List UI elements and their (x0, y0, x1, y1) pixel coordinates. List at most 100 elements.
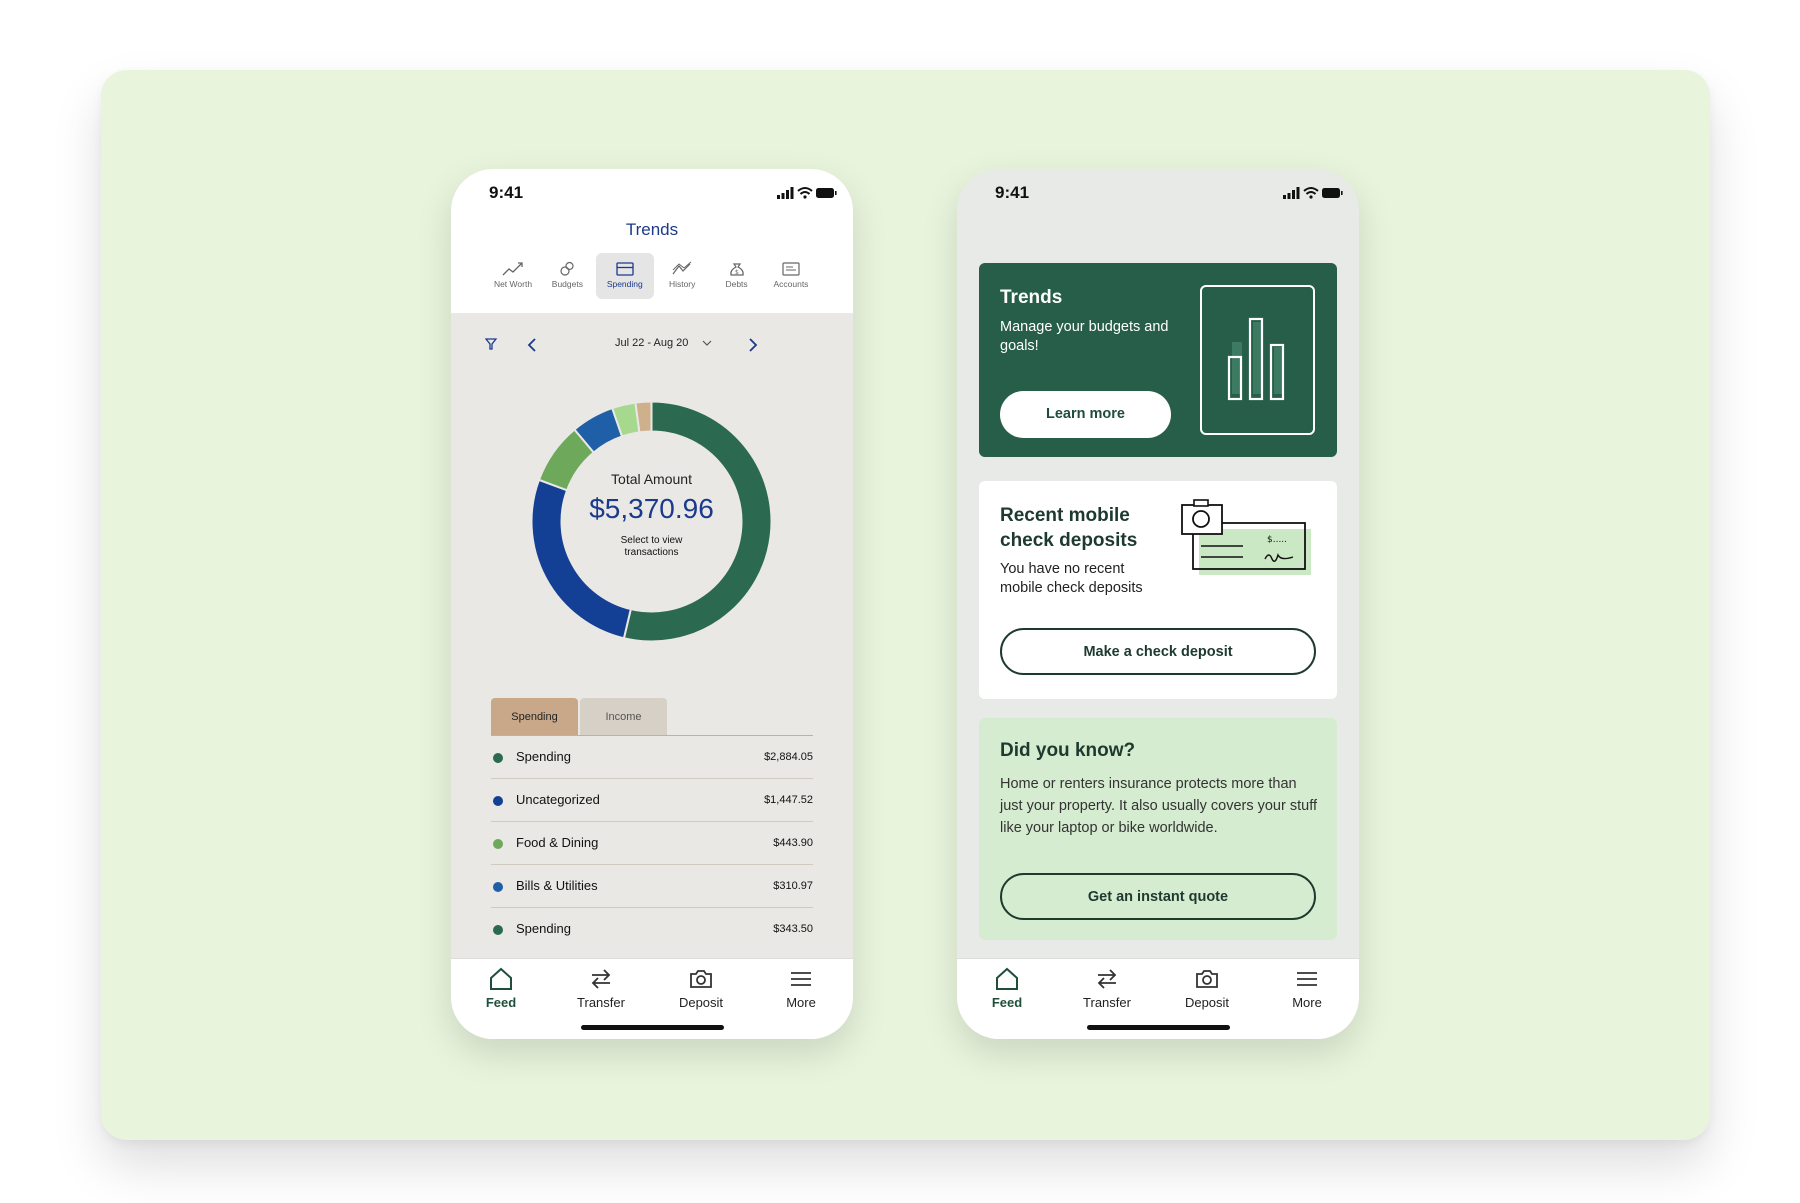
nav-transfer[interactable]: Transfer (1067, 967, 1147, 1010)
nav-label: Transfer (1083, 995, 1131, 1010)
nav-label: Deposit (1184, 995, 1230, 1010)
signal-icon (777, 187, 794, 199)
accounts-icon (782, 262, 800, 276)
nav-label: More (1292, 995, 1322, 1010)
category-name: Uncategorized (516, 792, 600, 807)
nav-feed[interactable]: Feed (967, 967, 1047, 1010)
date-range-bar: Jul 22 - Aug 20 (451, 333, 853, 357)
tab-accounts[interactable]: Accounts (765, 253, 817, 299)
transfer-arrows-icon (591, 969, 611, 989)
history-chart-icon (672, 261, 692, 275)
home-indicator (1087, 1025, 1230, 1030)
money-bag-icon: $ (729, 263, 744, 276)
category-dot (493, 839, 503, 849)
segment-income[interactable]: Income (580, 698, 667, 736)
tab-debts[interactable]: $ Debts (711, 253, 763, 299)
donut-hint: Select to view transactions (620, 535, 683, 558)
donut-slice-6[interactable] (634, 400, 653, 434)
signal-icon (1283, 187, 1300, 199)
nav-transfer[interactable]: Transfer (561, 967, 641, 1010)
wifi-icon (797, 187, 813, 195)
camera-icon (1196, 970, 1218, 988)
tab-label: Net Worth (493, 279, 533, 289)
category-value: $443.90 (773, 837, 813, 849)
tab-net-worth[interactable]: Net Worth (487, 253, 539, 299)
nav-label: More (786, 995, 816, 1010)
background-panel (101, 70, 1710, 1140)
nav-label: Deposit (678, 995, 724, 1010)
check-amount-text: $..... (1267, 535, 1287, 545)
tab-history[interactable]: History (656, 253, 708, 299)
check-card-title: Recent mobile check deposits (1000, 505, 1138, 551)
check-card-subtitle: You have no recent mobile check deposits (1000, 561, 1143, 596)
transfer-arrows-icon (1097, 969, 1117, 989)
category-dot (493, 882, 503, 892)
bottom-nav: Feed Transfer Deposit More (957, 958, 1359, 1039)
list-item[interactable]: Food & Dining $443.90 (491, 822, 813, 865)
category-dot (493, 925, 503, 935)
phone-trends-screen: 9:41 Trends Net Worth Budgets Spending H… (451, 169, 853, 1039)
category-value: $310.97 (773, 880, 813, 892)
tab-spending[interactable]: Spending (595, 253, 654, 299)
home-icon (996, 967, 1018, 990)
budgets-icon (560, 261, 574, 276)
trends-card-subtitle: Manage your budgets and goals! (1000, 319, 1169, 354)
card-icon (616, 262, 634, 276)
status-time: 9:41 (995, 183, 1030, 202)
chevron-down-icon[interactable] (702, 340, 712, 348)
category-dot (493, 753, 503, 763)
nav-more[interactable]: More (761, 967, 841, 1010)
spending-donut-chart[interactable]: Total Amount $5,370.96 Select to view tr… (509, 379, 794, 664)
category-name: Bills & Utilities (516, 878, 598, 893)
list-item[interactable]: Uncategorized $1,447.52 (491, 779, 813, 822)
menu-icon (1297, 972, 1317, 986)
phone-feed-screen: 9:41 Trends Manage your budgets and goal… (957, 169, 1359, 1039)
category-value: $1,447.52 (764, 794, 813, 806)
status-time: 9:41 (489, 183, 524, 202)
battery-icon (1322, 188, 1343, 198)
wifi-icon (1303, 187, 1319, 195)
trends-card-title: Trends (1000, 287, 1063, 308)
nav-label: Feed (485, 995, 517, 1010)
filter-icon[interactable] (485, 338, 497, 350)
status-bar: 9:41 (957, 169, 1359, 219)
nav-deposit[interactable]: Deposit (1167, 967, 1247, 1010)
camera-check-illustration-icon: $..... (1181, 499, 1317, 579)
tab-label: Accounts (773, 279, 809, 289)
chevron-right-icon[interactable] (748, 338, 758, 352)
date-range[interactable]: Jul 22 - Aug 20 (615, 337, 688, 349)
home-indicator (581, 1025, 724, 1030)
category-dot (493, 796, 503, 806)
tab-label: Budgets (551, 279, 583, 289)
segment-spending[interactable]: Spending (491, 698, 578, 736)
tab-label: History (668, 279, 696, 289)
category-value: $2,884.05 (764, 751, 813, 763)
nav-more[interactable]: More (1267, 967, 1347, 1010)
category-name: Food & Dining (516, 835, 599, 850)
donut-center: Total Amount $5,370.96 Select to view tr… (509, 471, 794, 559)
tab-budgets[interactable]: Budgets (541, 253, 593, 299)
make-check-deposit-button[interactable]: Make a check deposit (1000, 628, 1316, 675)
category-value: $343.50 (773, 923, 813, 935)
nav-deposit[interactable]: Deposit (661, 967, 741, 1010)
list-item[interactable]: Spending $2,884.05 (491, 736, 813, 779)
tab-label: Debts (725, 279, 748, 289)
page-title: Trends (625, 220, 679, 239)
camera-icon (690, 970, 712, 988)
home-icon (490, 967, 512, 990)
did-you-know-card: Did you know? Home or renters insurance … (979, 718, 1337, 940)
nav-feed[interactable]: Feed (461, 967, 541, 1010)
spending-income-toggle: Spending Income (491, 698, 667, 736)
chevron-left-icon[interactable] (527, 338, 537, 352)
tab-label: Spending (606, 279, 643, 289)
learn-more-button[interactable]: Learn more (1000, 391, 1171, 438)
bar-chart-illustration-icon (1200, 285, 1315, 435)
category-list: Spending $2,884.05 Uncategorized $1,447.… (491, 735, 813, 950)
nav-label: Transfer (577, 995, 625, 1010)
check-deposit-card: Recent mobile check deposits You have no… (979, 481, 1337, 699)
list-item[interactable]: Spending $343.50 (491, 908, 813, 950)
instant-quote-button[interactable]: Get an instant quote (1000, 873, 1316, 920)
trends-header: 9:41 Trends Net Worth Budgets Spending H… (451, 169, 853, 313)
trends-card: Trends Manage your budgets and goals! Le… (979, 263, 1337, 457)
list-item[interactable]: Bills & Utilities $310.97 (491, 865, 813, 908)
